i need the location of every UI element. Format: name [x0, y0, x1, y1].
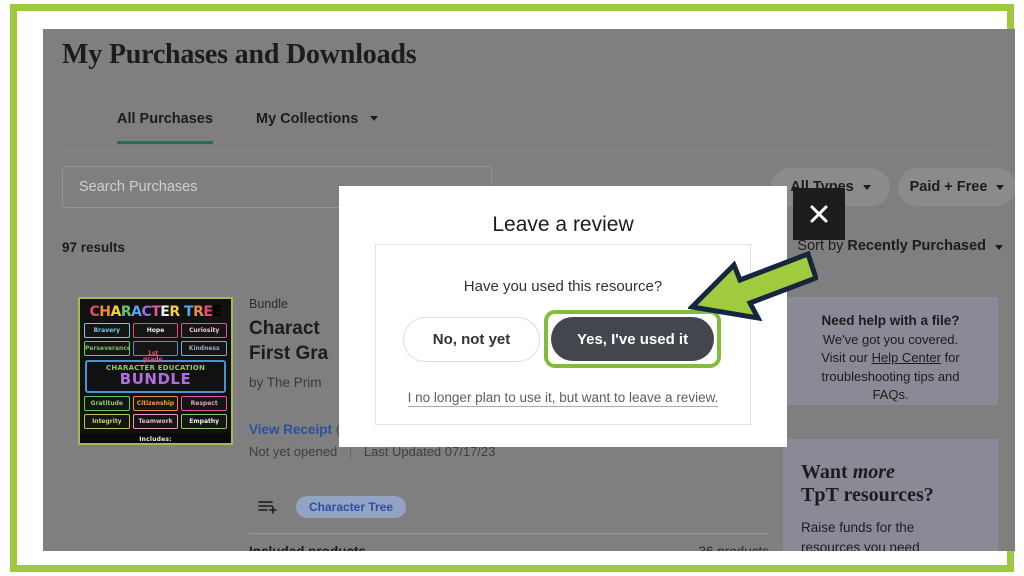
thumbnail-footer-line: All 36 Video Lessons	[80, 444, 231, 445]
filter-paid-free-label: Paid + Free	[909, 179, 988, 195]
filter-paid-free[interactable]: Paid + Free	[898, 168, 1015, 206]
tab-all-purchases-label: All Purchases	[117, 111, 213, 127]
no-longer-plan-link-row: I no longer plan to use it, but want to …	[376, 390, 750, 407]
no-not-yet-button[interactable]: No, not yet	[403, 317, 540, 362]
grade-badge: 1st grade	[143, 350, 163, 364]
chevron-down-icon	[370, 116, 379, 121]
view-receipt-link[interactable]: View Receipt	[249, 422, 332, 437]
trait-chip: Respect	[181, 395, 228, 411]
help-line-1: We've got you covered.	[822, 332, 959, 347]
thumbnail-trait-row: Gratitude Citizenship Respect	[80, 395, 231, 411]
help-card-heading: Need help with a file?	[821, 313, 960, 328]
modal-title: Leave a review	[492, 213, 634, 236]
yes-used-it-label: Yes, I've used it	[576, 330, 689, 348]
product-tag[interactable]: Character Tree	[296, 496, 407, 518]
page-title: My Purchases and Downloads	[62, 39, 417, 70]
thumbnail-trait-row: Integrity Teamwork Empathy	[80, 413, 231, 429]
tab-my-collections[interactable]: My Collections	[256, 111, 379, 141]
thumbnail-footer: Includes: All 36 Video Lessons & Printab…	[80, 432, 231, 445]
tab-bar: All Purchases My Collections	[62, 111, 996, 151]
trait-chip: Perseverance	[84, 341, 130, 356]
help-line-2-pre: Visit our	[821, 350, 872, 366]
help-center-link[interactable]: Help Center	[872, 350, 941, 365]
included-products-count: 36 products	[683, 544, 769, 551]
chevron-down-icon	[862, 184, 871, 190]
sort-value: Recently Purchased	[847, 238, 986, 254]
promo-title-pre: Want	[801, 461, 853, 483]
sort-control[interactable]: Sort by Recently Purchased	[797, 238, 1003, 254]
thumbnail-trait-row: Bravery Hope Curiosity	[80, 323, 231, 338]
tab-my-collections-label: My Collections	[256, 111, 359, 127]
purchases-page: My Purchases and Downloads All Purchases…	[43, 29, 1015, 551]
thumbnail-bundle-box: CHARACTER EDUCATION BUNDLE	[85, 360, 226, 393]
green-arrow-annotation	[688, 251, 818, 322]
help-line-4: FAQs.	[872, 387, 909, 403]
promo-body-line-2: resources you need	[801, 539, 920, 551]
thumbnail-title: CHARACTER TREE	[89, 304, 222, 320]
trait-chip: Hope	[132, 323, 179, 338]
help-line-3: troubleshooting tips and	[821, 368, 960, 384]
help-line-2-post: for	[940, 350, 960, 366]
close-icon	[810, 205, 828, 223]
tag-row: Character Tree	[258, 496, 407, 518]
included-products-label: Included products	[249, 544, 366, 551]
chevron-down-icon	[996, 184, 1005, 190]
add-to-list-icon[interactable]	[258, 499, 278, 515]
annotation-frame: My Purchases and Downloads All Purchases…	[10, 4, 1015, 572]
trait-chip: Curiosity	[181, 323, 228, 338]
trait-chip: Bravery	[84, 323, 130, 338]
promo-body-line-1: Raise funds for the	[801, 520, 915, 536]
no-not-yet-label: No, not yet	[432, 331, 511, 348]
trait-chip: Integrity	[84, 413, 130, 429]
trait-chip: Citizenship	[132, 395, 179, 411]
opened-status: Not yet opened	[249, 444, 338, 459]
divider	[249, 533, 769, 534]
modal-close-button[interactable]	[793, 188, 845, 240]
classfund-promo-card[interactable]: Want more TpT resources? Raise funds for…	[783, 439, 998, 551]
tab-all-purchases[interactable]: All Purchases	[117, 111, 213, 144]
trait-chip: Gratitude	[84, 395, 130, 411]
promo-title-emphasis: more	[852, 461, 895, 483]
promo-title-post: TpT resources?	[801, 484, 934, 507]
no-longer-plan-link[interactable]: I no longer plan to use it, but want to …	[407, 390, 719, 407]
results-count: 97 results	[62, 240, 126, 255]
thumbnail-footer-line: Includes:	[139, 435, 172, 443]
trait-chip: Kindness	[181, 341, 228, 356]
thumbnail-bundle-word: BUNDLE	[119, 370, 192, 388]
promo-body: Raise funds for the resources you need w…	[801, 518, 980, 551]
trait-chip: Empathy	[181, 413, 228, 429]
promo-title: Want more TpT resources?	[801, 461, 980, 507]
search-input-placeholder: Search Purchases	[79, 179, 198, 195]
chevron-down-icon	[995, 245, 1003, 250]
help-card-body: We've got you covered. Visit our Help Ce…	[797, 331, 984, 405]
trait-chip: Teamwork	[132, 413, 179, 429]
product-thumbnail[interactable]: CHARACTER TREE Bravery Hope Curiosity Pe…	[78, 297, 233, 445]
